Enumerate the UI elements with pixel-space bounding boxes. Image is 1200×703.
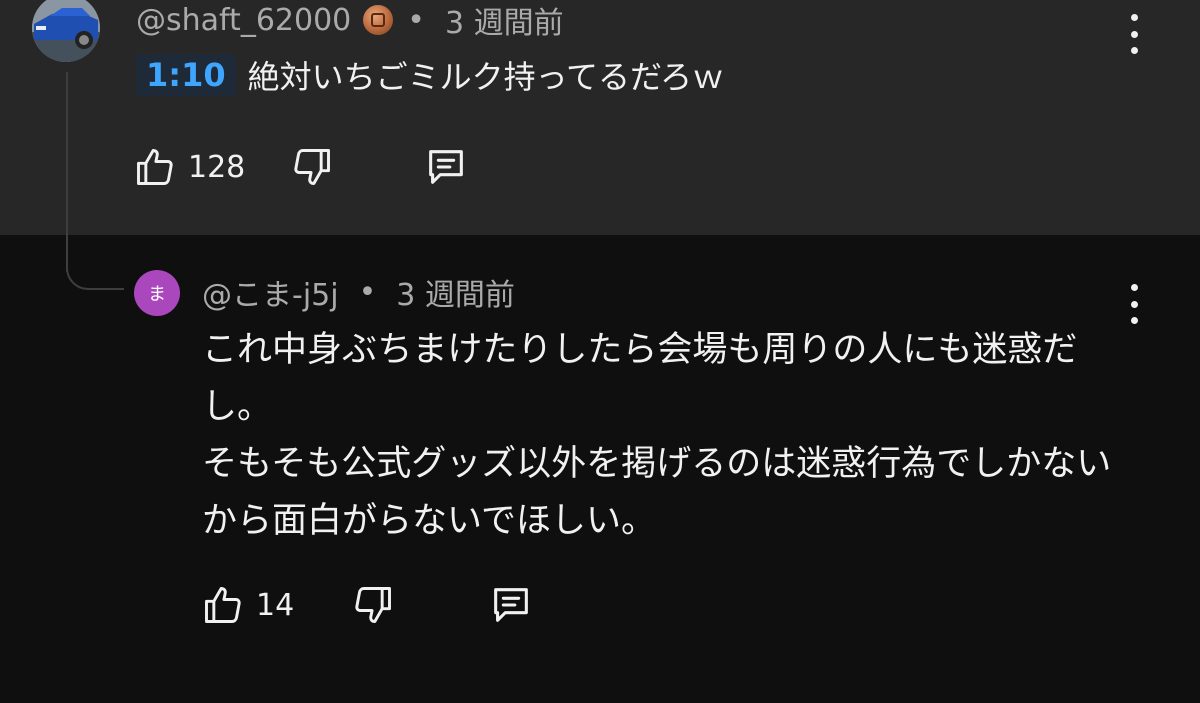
comment-icon bbox=[494, 588, 529, 622]
avatar-letter: ま bbox=[148, 284, 166, 305]
meta-separator: • bbox=[407, 2, 425, 38]
member-badge-icon bbox=[363, 5, 394, 35]
reply-actions: 14 bbox=[200, 582, 534, 628]
comment-text: 1:10 絶対いちごミルク持ってるだろｗ bbox=[136, 52, 724, 98]
reply-line: これ中身ぶちまけたりしたら会場も周りの人にも迷惑だし。 bbox=[202, 330, 1078, 427]
like-button[interactable] bbox=[200, 582, 246, 628]
like-count: 128 bbox=[188, 149, 246, 185]
reply-avatar[interactable]: ま bbox=[134, 270, 180, 316]
more-options-icon[interactable] bbox=[1128, 284, 1140, 324]
like-count: 14 bbox=[256, 587, 295, 623]
comment-meta: @shaft_62000 • 3 週間前 bbox=[136, 0, 564, 42]
comment-body: 絶対いちごミルク持ってるだろｗ bbox=[247, 58, 725, 96]
more-options-icon[interactable] bbox=[1128, 14, 1140, 54]
reply-author[interactable]: @こま-j5j bbox=[202, 270, 339, 314]
thumbs-down-icon bbox=[355, 587, 392, 623]
thread-connector bbox=[66, 232, 124, 290]
comment-icon bbox=[429, 150, 464, 184]
thumbs-up-icon bbox=[137, 149, 173, 185]
dislike-button[interactable] bbox=[289, 144, 335, 190]
reply-button[interactable] bbox=[488, 582, 534, 628]
comment-author[interactable]: @shaft_62000 bbox=[136, 3, 351, 38]
reply-text: これ中身ぶちまけたりしたら会場も周りの人にも迷惑だし。 そもそも公式グッズ以外を… bbox=[202, 322, 1132, 550]
thumbs-up-icon bbox=[205, 587, 241, 623]
meta-separator: • bbox=[358, 274, 377, 310]
like-button[interactable] bbox=[132, 144, 178, 190]
comment-actions: 128 bbox=[132, 144, 469, 190]
thumbs-down-icon bbox=[294, 149, 331, 185]
comment-time: 3 週間前 bbox=[444, 6, 564, 41]
reply-time: 3 週間前 bbox=[396, 278, 515, 313]
reply-line: そもそも公式グッズ以外を掲げるのは迷惑行為でしかないから面白がらないでほしい。 bbox=[202, 444, 1112, 541]
reply-meta: @こま-j5j • 3 週間前 bbox=[202, 270, 515, 314]
dislike-button[interactable] bbox=[350, 582, 396, 628]
timestamp-link[interactable]: 1:10 bbox=[136, 54, 236, 96]
reply-button[interactable] bbox=[423, 144, 469, 190]
